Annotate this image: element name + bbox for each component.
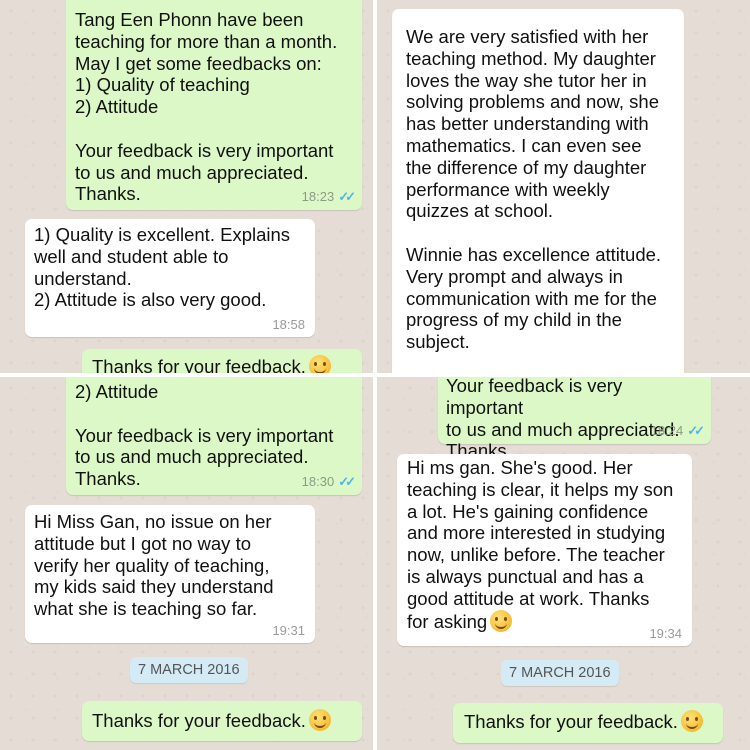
message-content: Hi ms gan. She's good. Her teaching is c… [407, 457, 684, 632]
message-text: Thanks for your feedback. [464, 711, 678, 732]
message-text: 1) Quality is excellent. Explains well a… [34, 224, 291, 311]
double-check-icon: ✓✓ [687, 423, 705, 438]
message-text: Hi Miss Gan, no issue on her attitude bu… [34, 511, 274, 620]
outgoing-message[interactable]: Tang Een Phonn have been teaching for mo… [66, 0, 362, 210]
message-text: Tang Een Phonn have been teaching for mo… [75, 9, 338, 205]
message-time: 19:34 [649, 626, 682, 641]
double-check-icon: ✓✓ [338, 474, 356, 489]
date-badge: 7 MARCH 2016 [501, 660, 619, 686]
message-meta: 18:23 ✓✓ [301, 189, 356, 205]
message-time: 18:58 [272, 317, 305, 332]
incoming-message[interactable]: Hi Miss Gan, no issue on her attitude bu… [25, 505, 315, 643]
smiling-face-icon [490, 609, 513, 632]
message-text: Thanks for your feedback. [92, 356, 306, 373]
message-text: Hi ms gan. She's good. Her teaching is c… [407, 457, 674, 632]
outgoing-message[interactable]: Thanks for your feedback. [82, 349, 362, 373]
outgoing-message[interactable]: 2) Attitude Your feedback is very import… [66, 377, 362, 495]
outgoing-message[interactable]: Your feedback is very important to us an… [438, 377, 711, 461]
date-badge: 7 MARCH 2016 [130, 657, 248, 683]
chat-panel-3: 2) Attitude Your feedback is very import… [0, 377, 373, 750]
outgoing-message[interactable]: Thanks for your feedback. [82, 701, 362, 741]
chat-panel-2: We are very satisfied with her teaching … [377, 0, 750, 373]
message-time: 19:31 [272, 623, 305, 638]
double-check-icon: ✓✓ [338, 189, 356, 204]
message-text: Your feedback is very important to us an… [446, 377, 680, 462]
message-content: Thanks for your feedback. [92, 355, 352, 373]
message-meta: 19:34 [649, 626, 682, 641]
message-content: Thanks for your feedback. [92, 709, 352, 732]
smiling-face-icon [308, 709, 331, 731]
message-content: Thanks for your feedback. [464, 710, 713, 733]
message-text: Thanks for your feedback. [92, 710, 306, 731]
chat-panel-1: Tang Een Phonn have been teaching for mo… [0, 0, 373, 373]
message-meta: 19:31 [272, 623, 305, 638]
outgoing-message[interactable]: Thanks for your feedback. [453, 703, 723, 743]
message-meta: 18:30 ✓✓ [301, 474, 356, 490]
smiling-face-icon [308, 355, 331, 373]
message-time: 18:23 [301, 189, 335, 204]
incoming-message[interactable]: Hi ms gan. She's good. Her teaching is c… [397, 454, 692, 646]
message-meta: 18:24 ✓✓ [650, 423, 705, 439]
message-time: 18:24 [650, 423, 684, 438]
message-text: We are very satisfied with her teaching … [406, 26, 662, 353]
message-meta: 18:58 [272, 317, 305, 332]
chat-panel-4: Your feedback is very important to us an… [377, 377, 750, 750]
incoming-message[interactable]: We are very satisfied with her teaching … [392, 9, 684, 373]
incoming-message[interactable]: 1) Quality is excellent. Explains well a… [25, 219, 315, 337]
message-time: 18:30 [301, 474, 335, 489]
smiling-face-icon [680, 710, 703, 732]
